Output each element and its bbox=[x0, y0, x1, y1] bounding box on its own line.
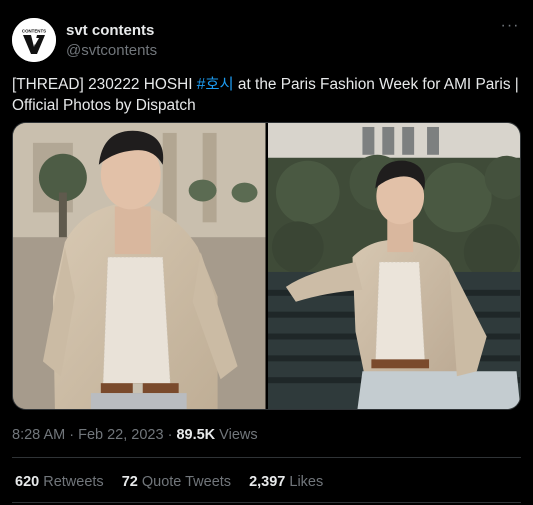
views-label: Views bbox=[215, 427, 258, 443]
tweet-media bbox=[12, 122, 521, 410]
meta-separator: · bbox=[163, 427, 177, 443]
quote-tweets-stat[interactable]: 72 Quote Tweets bbox=[122, 473, 231, 491]
divider bbox=[12, 502, 521, 503]
tweet-text-part: [THREAD] 230222 HOSHI bbox=[12, 76, 197, 93]
photo-right[interactable] bbox=[267, 123, 520, 409]
views-count: 89.5K bbox=[176, 427, 216, 443]
quote-tweets-label: Quote Tweets bbox=[137, 474, 232, 490]
hashtag-link[interactable]: #호시 bbox=[197, 76, 234, 93]
svt-logo-icon: CONTENTS bbox=[12, 18, 56, 62]
photo-right-image bbox=[267, 123, 520, 409]
tweet-stats: 620 Retweets 72 Quote Tweets 2,397 Likes bbox=[15, 473, 323, 491]
tweet-text: [THREAD] 230222 HOSHI #호시 at the Paris F… bbox=[12, 74, 522, 116]
photo-left[interactable] bbox=[13, 123, 266, 409]
tweet-time[interactable]: 8:28 AM bbox=[12, 427, 65, 443]
author-names: svt contents @svtcontents bbox=[66, 22, 157, 60]
author-handle[interactable]: @svtcontents bbox=[66, 42, 157, 60]
likes-label: Likes bbox=[285, 474, 324, 490]
author-display-name[interactable]: svt contents bbox=[66, 22, 157, 40]
avatar[interactable]: CONTENTS bbox=[12, 18, 56, 62]
retweets-stat[interactable]: 620 Retweets bbox=[15, 473, 104, 491]
likes-count: 2,397 bbox=[249, 474, 286, 490]
photo-left-image bbox=[13, 123, 266, 409]
retweets-label: Retweets bbox=[39, 474, 104, 490]
quote-tweets-count: 72 bbox=[121, 474, 138, 490]
avatar-logo-text: CONTENTS bbox=[22, 29, 46, 34]
tweet-meta: 8:28 AM · Feb 22, 2023 · 89.5K Views bbox=[12, 426, 258, 444]
likes-stat[interactable]: 2,397 Likes bbox=[249, 473, 323, 491]
tweet-header: CONTENTS svt contents @svtcontents ··· bbox=[12, 14, 521, 66]
divider bbox=[12, 457, 521, 458]
meta-separator: · bbox=[65, 427, 79, 443]
retweets-count: 620 bbox=[15, 474, 40, 490]
tweet-date[interactable]: Feb 22, 2023 bbox=[78, 427, 163, 443]
more-horizontal-icon[interactable]: ··· bbox=[499, 18, 521, 38]
